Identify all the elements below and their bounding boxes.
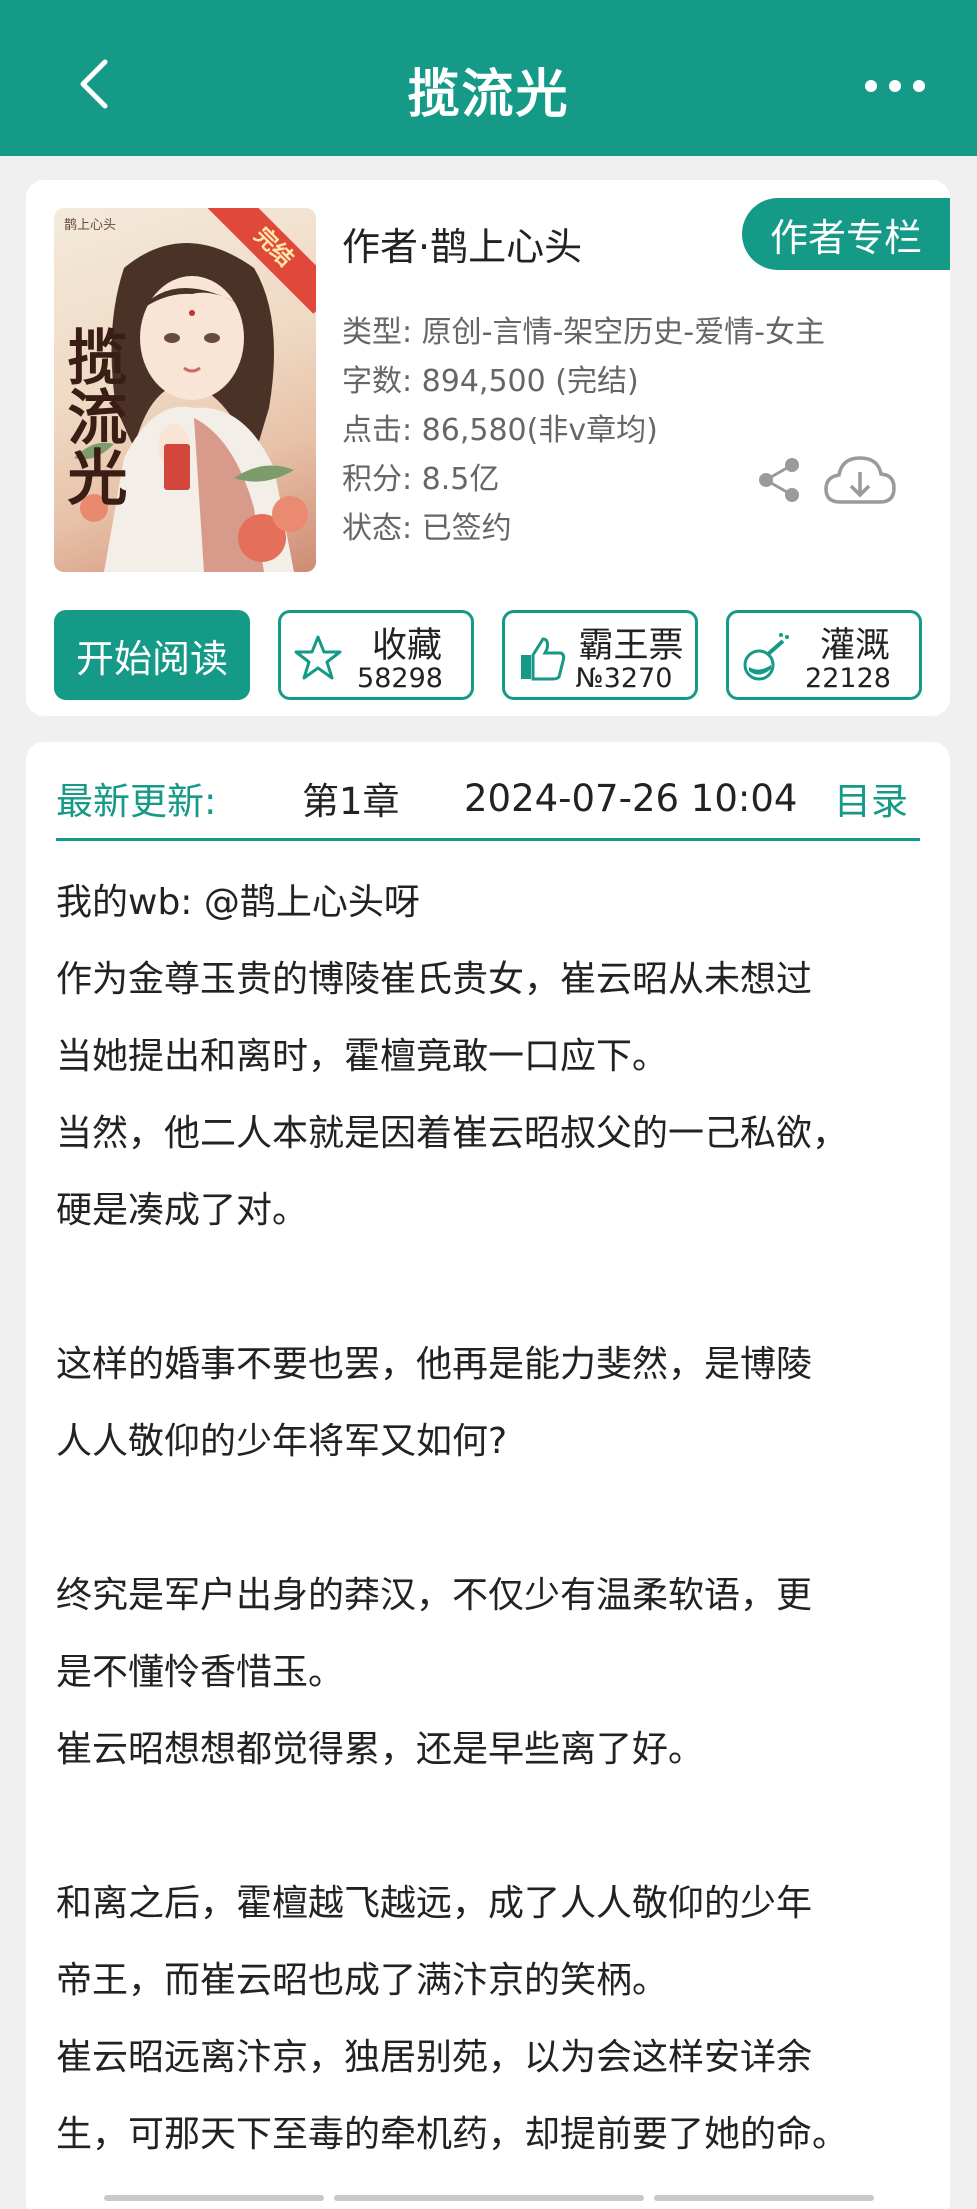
synopsis-line: 硬是凑成了对。	[56, 1190, 309, 1231]
more-dots-icon	[865, 80, 877, 92]
synopsis-line: 终究是军户出身的莽汉，不仅少有温柔软语，更	[56, 1575, 813, 1616]
scroll-indicator	[104, 2195, 324, 2201]
catalog-link[interactable]: 目录	[834, 771, 908, 825]
start-reading-button[interactable]: 开始阅读	[54, 610, 250, 700]
latest-update-label: 最新更新:	[56, 780, 217, 823]
synopsis-line: 是不懂怜香惜玉。	[56, 1652, 345, 1693]
book-cover[interactable]: 鹊上心头 完结 揽流光	[54, 208, 316, 572]
synopsis-line	[56, 1788, 936, 1865]
synopsis-line: 我的wb: @鹊上心头呀	[56, 882, 420, 923]
meta-genre: 类型: 原创-言情-架空历史-爱情-女主	[342, 315, 825, 350]
bawang-label: 霸王票	[578, 626, 684, 666]
scroll-indicator	[334, 2195, 644, 2201]
irrigate-button[interactable]: 灌溉 22128	[726, 610, 922, 700]
latest-chapter[interactable]: 第1章	[302, 771, 400, 825]
cloud-download-icon	[824, 456, 896, 504]
synopsis-line	[56, 1480, 936, 1557]
watering-flask-icon	[743, 633, 789, 681]
meta-clicks: 点击: 86,580(非v章均)	[342, 413, 658, 448]
book-meta: 类型: 原创-言情-架空历史-爱情-女主 字数: 894,500 (完结) 点击…	[342, 308, 825, 553]
synopsis-line: 当她提出和离时，霍檀竟敢一口应下。	[56, 1036, 669, 1077]
synopsis-line: 崔云昭远离汴京，独居别苑，以为会这样安详余	[56, 2037, 813, 2078]
synopsis-text: 我的wb: @鹊上心头呀 作为金尊玉贵的博陵崔氏贵女，崔云昭从未想过 当她提出和…	[56, 864, 936, 2173]
synopsis-card: 最新更新: 第1章 2024-07-26 10:04 目录 我的wb: @鹊上心…	[26, 742, 950, 2209]
irrigate-label: 灌溉	[819, 626, 890, 666]
favorite-count: 58298	[357, 663, 443, 694]
bawang-count: №3270	[575, 663, 673, 694]
scroll-indicator	[654, 2195, 874, 2201]
book-info-card: 鹊上心头 完结 揽流光 作者·鹊上心头 作者专栏 类型: 原创-言情-架空历史-…	[26, 180, 950, 716]
bawang-ticket-button[interactable]: 霸王票 №3270	[502, 610, 698, 700]
synopsis-line: 崔云昭想想都觉得累，还是早些离了好。	[56, 1729, 705, 1770]
share-button[interactable]	[756, 456, 802, 504]
synopsis-line: 生，可那天下至毒的牵机药，却提前要了她的命。	[56, 2114, 849, 2155]
cover-author: 鹊上心头	[64, 218, 117, 233]
meta-word-count: 字数: 894,500 (完结)	[342, 364, 639, 399]
synopsis-line: 当然，他二人本就是因着崔云昭叔父的一己私欲，	[56, 1113, 849, 1154]
top-bar: 揽流光	[0, 0, 977, 156]
synopsis-line	[56, 1249, 936, 1326]
meta-points: 积分: 8.5亿	[342, 462, 500, 497]
author-column-button[interactable]: 作者专栏	[742, 198, 950, 270]
page-title: 揽流光	[407, 65, 570, 125]
favorite-button[interactable]: 收藏 58298	[278, 610, 474, 700]
latest-time: 2024-07-26 10:04	[464, 776, 798, 820]
synopsis-line: 和离之后，霍檀越飞越远，成了人人敬仰的少年	[56, 1883, 813, 1924]
share-icon	[759, 458, 799, 502]
author-name[interactable]: 作者·鹊上心头	[342, 216, 582, 271]
meta-status: 状态: 已签约	[342, 511, 512, 546]
synopsis-line: 帝王，而崔云昭也成了满汴京的笑柄。	[56, 1960, 669, 2001]
more-button[interactable]	[865, 66, 925, 106]
thumbs-up-icon	[521, 637, 566, 681]
cover-title: 揽流光	[57, 326, 127, 506]
favorite-label: 收藏	[371, 626, 442, 666]
synopsis-line: 人人敬仰的少年将军又如何?	[56, 1421, 508, 1462]
divider	[56, 838, 920, 841]
synopsis-line: 这样的婚事不要也罢，他再是能力斐然，是博陵	[56, 1344, 813, 1385]
latest-update-row[interactable]: 最新更新: 第1章 2024-07-26 10:04 目录	[56, 768, 920, 828]
download-button[interactable]	[822, 452, 898, 508]
star-icon	[294, 635, 342, 680]
synopsis-line: 作为金尊玉贵的博陵崔氏贵女，崔云昭从未想过	[56, 959, 813, 1000]
irrigate-count: 22128	[805, 663, 891, 694]
